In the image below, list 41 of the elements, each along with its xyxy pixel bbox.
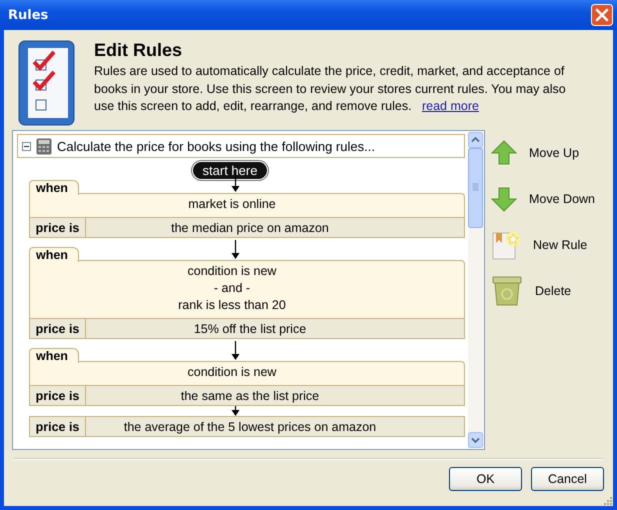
rule-card[interactable]: condition is new price is the same as the list price: [29, 361, 465, 406]
scrollbar-thumb[interactable]: [468, 148, 483, 228]
calculator-icon: [36, 138, 52, 154]
scroll-up-button[interactable]: [468, 132, 483, 148]
dialog-heading: Edit Rules: [94, 40, 184, 61]
close-button[interactable]: [591, 4, 613, 26]
condition-text: condition is new: [188, 263, 278, 280]
resize-grip[interactable]: [602, 495, 612, 505]
condition-text: condition is new: [188, 364, 278, 381]
scroll-down-button[interactable]: [468, 432, 483, 448]
start-here-badge: start here: [192, 162, 268, 179]
result-value: the median price on amazon: [170, 220, 330, 234]
result-value: 15% off the list price: [192, 322, 308, 336]
cancel-button[interactable]: Cancel: [531, 467, 604, 491]
trash-bin-icon[interactable]: [491, 275, 523, 307]
result-value: the same as the list price: [180, 388, 320, 402]
action-label[interactable]: Move Down: [529, 192, 595, 206]
result-label: price is: [30, 417, 86, 436]
up-arrow-icon[interactable]: [491, 140, 517, 166]
result-value: the average of the 5 lowest prices on amazon: [122, 420, 378, 434]
collapse-icon[interactable]: [22, 142, 31, 150]
condition-text: - and -: [214, 280, 252, 297]
description-text: Rules are used to automatically calculate the price, credit, market, and acceptance of books in your store. Use this screen to review your stores current rules. You may also use this screen to add, edit, rearrange, and remove rules. read more: [94, 63, 567, 115]
new-document-icon[interactable]: [491, 230, 521, 260]
condition-text: rank is less than 20: [178, 297, 287, 314]
rule-set-title: Calculate the price for books using the following rules...: [57, 138, 375, 154]
connector-arrow: [231, 406, 240, 416]
result-label: price is: [30, 319, 86, 338]
down-arrow-icon[interactable]: [491, 186, 517, 212]
window-title: Rules: [8, 8, 48, 22]
read-more-link[interactable]: read more: [422, 99, 479, 113]
connector-arrow: [231, 341, 240, 361]
connector-arrow: [231, 240, 240, 260]
action-label[interactable]: Move Up: [529, 146, 580, 160]
action-label[interactable]: New Rule: [533, 238, 588, 252]
ok-button[interactable]: OK: [449, 467, 522, 491]
condition-text: market is online: [188, 196, 277, 213]
result-label: price is: [30, 218, 86, 237]
default-rule-card[interactable]: price is the average of the 5 lowest prices on amazon: [29, 416, 465, 437]
result-label: price is: [30, 386, 86, 405]
action-label[interactable]: Delete: [535, 284, 572, 298]
